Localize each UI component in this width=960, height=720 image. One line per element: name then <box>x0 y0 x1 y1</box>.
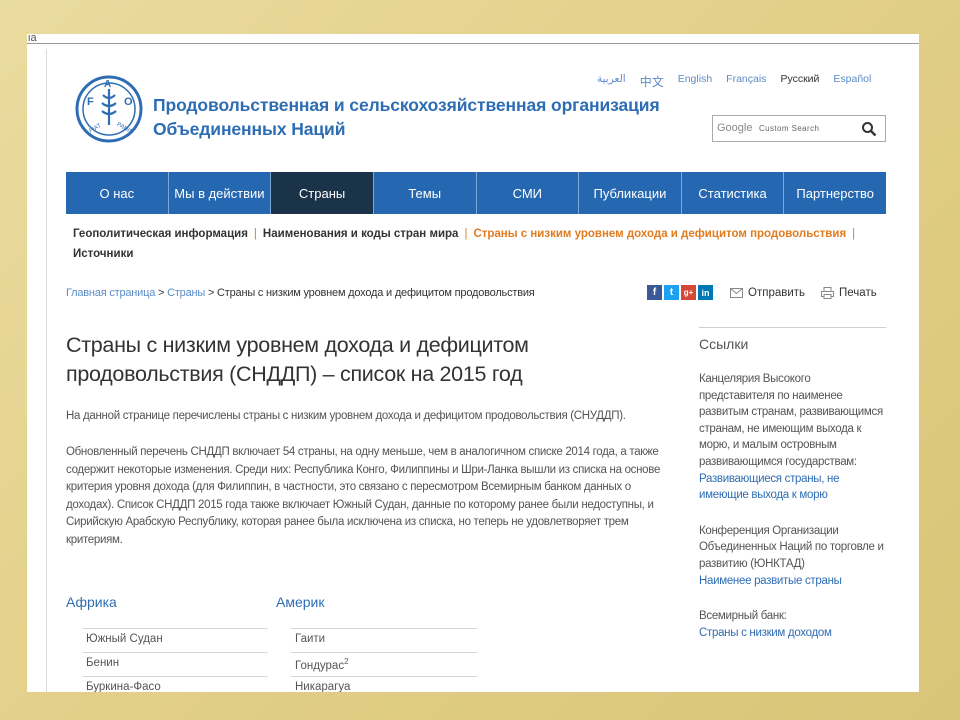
facebook-icon[interactable]: f <box>647 285 662 300</box>
subnav-item-geopolitical[interactable]: Геополитическая информация <box>73 228 248 240</box>
nav-item-in-action[interactable]: Мы в действии <box>169 172 272 214</box>
envelope-icon <box>730 288 743 298</box>
sidebar-block-text: Всемирный банк: <box>699 610 787 623</box>
footnote-marker[interactable]: 2 <box>344 657 348 666</box>
search-brand: Google <box>717 122 753 134</box>
search-input[interactable]: Custom Search <box>759 124 819 133</box>
subnav-item-names-codes[interactable]: Наименования и коды стран мира <box>263 228 459 240</box>
breadcrumb-home[interactable]: Главная страница <box>66 287 155 299</box>
nav-item-statistics[interactable]: Статистика <box>682 172 785 214</box>
print-button[interactable]: Печать <box>821 287 877 299</box>
lang-english[interactable]: English <box>678 73 712 90</box>
top-strip: ia <box>27 34 919 48</box>
list-item[interactable]: Бенин <box>82 652 268 676</box>
printer-icon <box>821 287 835 299</box>
svg-text:A: A <box>104 79 111 90</box>
sidebar-block: Конференция Организации Объединенных Нац… <box>699 523 886 589</box>
sidebar-heading: Ссылки <box>699 336 749 352</box>
browser-frame: ia F A O FIAT PANIS Продовольственная и … <box>27 34 919 692</box>
fao-page: F A O FIAT PANIS Продовольственная и сел… <box>46 49 918 692</box>
subnav-item-lifdc[interactable]: Страны с низким уровнем дохода и дефицит… <box>473 228 846 240</box>
lang-russian[interactable]: Русский <box>780 73 819 90</box>
america-country-list: Гаити Гондурас2 Никарагуа <box>291 628 477 692</box>
sidebar-block: Канцелярия Высокого представителя по наи… <box>699 371 886 504</box>
subnav-item-sources[interactable]: Источники <box>73 248 133 260</box>
breadcrumb-countries[interactable]: Страны <box>167 287 205 299</box>
nav-item-themes[interactable]: Темы <box>374 172 477 214</box>
page-actions: Отправить Печать <box>730 287 877 299</box>
fao-logo[interactable]: F A O FIAT PANIS <box>75 75 143 143</box>
svg-text:O: O <box>124 96 133 108</box>
subnav-separator: | <box>253 228 257 240</box>
lang-chinese[interactable]: 中文 <box>640 73 664 90</box>
lang-spanish[interactable]: Español <box>833 73 871 90</box>
links-sidebar: Ссылки Канцелярия Высокого представителя… <box>699 327 886 641</box>
sidebar-block-text: Канцелярия Высокого представителя по наи… <box>699 373 883 468</box>
lang-arabic[interactable]: العربية <box>597 73 626 90</box>
send-button[interactable]: Отправить <box>730 287 805 299</box>
linkedin-icon[interactable]: in <box>698 285 713 300</box>
subnav-separator: | <box>464 228 468 240</box>
sidebar-link[interactable]: Наименее развитые страны <box>699 573 886 590</box>
send-label: Отправить <box>748 287 806 299</box>
breadcrumb-current: Страны с низким уровнем дохода и дефицит… <box>217 287 535 299</box>
divider <box>27 43 919 44</box>
svg-text:FIAT: FIAT <box>89 123 103 135</box>
breadcrumb-sep: > <box>207 287 215 299</box>
org-name-line1: Продовольственная и сельскохозяйственная… <box>153 95 660 115</box>
page-title: Страны с низким уровнем дохода и дефицит… <box>66 333 529 386</box>
nav-item-publications[interactable]: Публикации <box>579 172 682 214</box>
language-switcher: العربية 中文 English Français Русский Espa… <box>597 73 885 90</box>
list-item[interactable]: Никарагуа <box>291 676 477 692</box>
intro-paragraph: На данной странице перечислены страны с … <box>66 410 626 422</box>
share-icons: f t g+ in <box>647 285 713 300</box>
breadcrumb: Главная страница > Страны > Страны с низ… <box>66 287 535 299</box>
sidebar-link[interactable]: Страны с низким доходом <box>699 625 886 642</box>
list-item[interactable]: Гондурас2 <box>291 652 477 676</box>
search-icon[interactable] <box>861 121 877 137</box>
org-name[interactable]: Продовольственная и сельскохозяйственная… <box>153 93 660 141</box>
nav-item-media[interactable]: СМИ <box>477 172 580 214</box>
list-item[interactable]: Буркина-Фасо <box>82 676 268 692</box>
org-name-line2: Объединенных Наций <box>153 119 346 139</box>
list-item[interactable]: Гаити <box>291 628 477 652</box>
google-plus-icon[interactable]: g+ <box>681 285 696 300</box>
breadcrumb-sep: > <box>158 287 165 299</box>
sidebar-block-text: Конференция Организации Объединенных Нац… <box>699 524 884 570</box>
nav-item-about[interactable]: О нас <box>66 172 169 214</box>
country-name: Гондурас <box>295 659 345 672</box>
svg-text:F: F <box>87 96 94 108</box>
search-box[interactable]: Google Custom Search <box>712 115 886 142</box>
nav-item-partnership[interactable]: Партнерство <box>784 172 886 214</box>
region-africa-title: Африка <box>66 594 117 610</box>
list-item[interactable]: Южный Судан <box>82 628 268 652</box>
africa-country-list: Южный Судан Бенин Буркина-Фасо <box>82 628 268 692</box>
print-label: Печать <box>839 287 877 299</box>
nav-item-countries[interactable]: Страны <box>271 172 374 214</box>
subnav-separator: | <box>852 228 856 240</box>
sub-nav: Геополитическая информация | Наименования … <box>73 224 893 264</box>
region-america-title: Америк <box>276 594 325 610</box>
twitter-icon[interactable]: t <box>664 285 679 300</box>
main-nav: О нас Мы в действии Страны Темы СМИ Публ… <box>66 172 886 214</box>
lang-french[interactable]: Français <box>726 73 766 90</box>
sidebar-link[interactable]: Развивающиеся страны, не имеющие выхода … <box>699 471 886 504</box>
sidebar-block: Всемирный банк: Страны с низким доходом <box>699 608 886 641</box>
body-paragraph: Обновленный перечень СНДДП включает 54 с… <box>66 446 661 546</box>
